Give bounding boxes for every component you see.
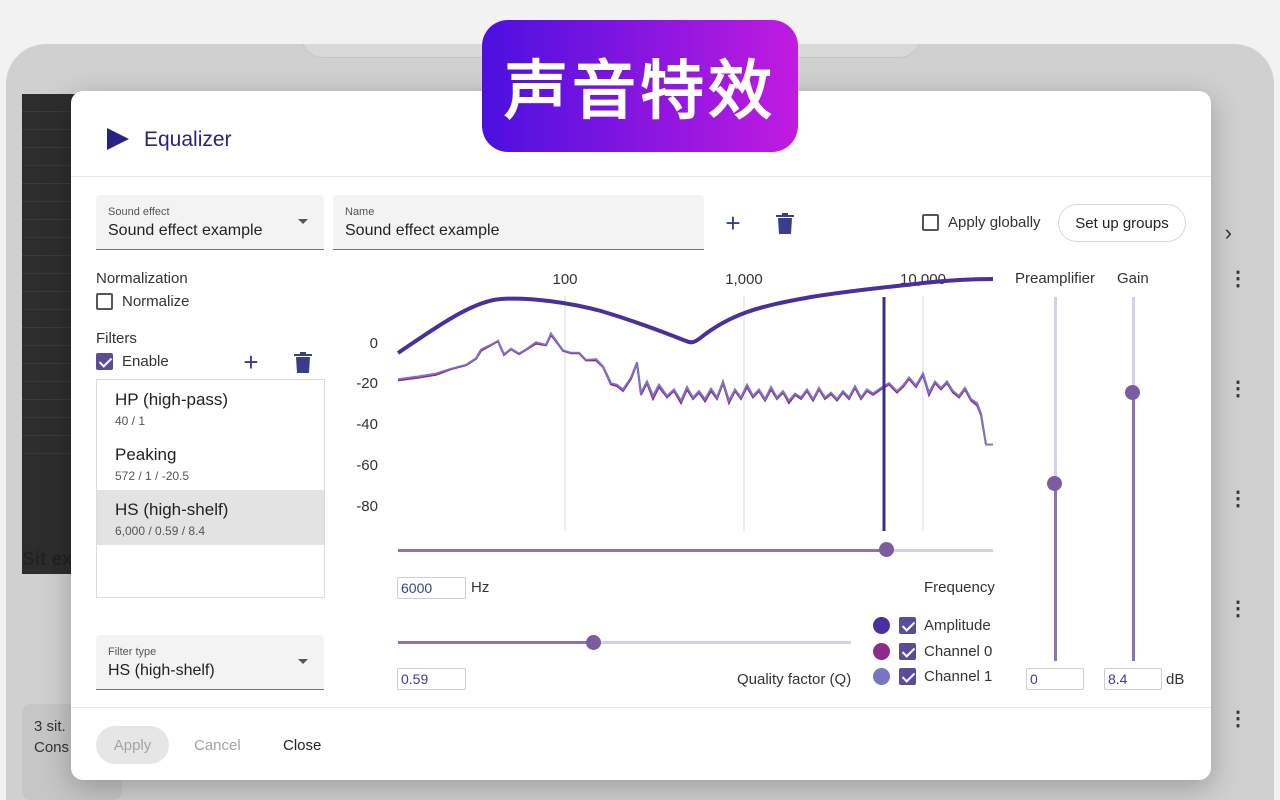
amplitude-legend-dot bbox=[873, 617, 890, 634]
close-button[interactable]: Close bbox=[283, 737, 321, 754]
delete-filter-button[interactable] bbox=[289, 348, 317, 376]
apply-button[interactable]: Apply bbox=[96, 726, 169, 764]
more-vert-icon: ⋮ bbox=[1228, 488, 1248, 510]
quality-input[interactable] bbox=[397, 668, 466, 690]
filter-item-hp[interactable]: HP (high-pass) 40 / 1 bbox=[97, 380, 324, 435]
filter-list: HP (high-pass) 40 / 1 Peaking 572 / 1 / … bbox=[96, 379, 325, 598]
series-amplitude-line bbox=[396, 277, 994, 355]
x-tick-label: 100 bbox=[552, 271, 577, 288]
channel-1-label: Channel 1 bbox=[924, 668, 993, 685]
preamplifier-slider-thumb[interactable] bbox=[1047, 475, 1062, 491]
amplitude-label: Amplitude bbox=[924, 617, 991, 634]
frequency-label: Frequency bbox=[924, 579, 995, 596]
set-up-groups-button[interactable]: Set up groups bbox=[1058, 204, 1186, 242]
more-vert-icon: ⋮ bbox=[1228, 378, 1248, 400]
normalization-heading: Normalization bbox=[96, 270, 188, 287]
series-channel-0-line bbox=[397, 333, 993, 446]
y-tick-label: 0 bbox=[370, 335, 378, 352]
frequency-slider-fill bbox=[398, 549, 886, 552]
gain-input[interactable] bbox=[1104, 668, 1162, 690]
quality-slider-thumb[interactable] bbox=[585, 635, 601, 650]
chevron-down-icon bbox=[298, 659, 308, 664]
apply-globally-label: Apply globally bbox=[948, 214, 1041, 231]
plus-icon: + bbox=[243, 347, 259, 377]
gain-label: Gain bbox=[1117, 270, 1149, 287]
promo-badge: 声音特效 bbox=[482, 20, 798, 152]
gain-unit: dB bbox=[1166, 671, 1185, 688]
sound-effect-value: Sound effect example bbox=[108, 222, 263, 239]
channel-0-label: Channel 0 bbox=[924, 643, 993, 660]
filter-params: 572 / 1 / -20.5 bbox=[115, 469, 190, 483]
frequency-input[interactable] bbox=[397, 577, 466, 599]
filter-type-select[interactable]: Filter type HS (high-shelf) bbox=[96, 635, 324, 690]
frequency-slider-thumb[interactable] bbox=[878, 542, 894, 557]
y-tick-label: -40 bbox=[356, 416, 378, 433]
quality-label: Quality factor (Q) bbox=[737, 671, 852, 688]
quality-slider-fill bbox=[398, 641, 593, 644]
play-icon bbox=[107, 128, 129, 150]
add-filter-button[interactable]: + bbox=[237, 348, 265, 376]
filter-name: HS (high-shelf) bbox=[115, 500, 229, 519]
x-tick-label: 1,000 bbox=[725, 271, 763, 288]
dialog-title: Equalizer bbox=[144, 128, 232, 151]
enable-filters-checkbox[interactable] bbox=[96, 353, 113, 370]
trash-icon bbox=[776, 212, 794, 234]
gain-slider-fill bbox=[1132, 391, 1135, 661]
equalizer-dialog: Equalizer Sound effect Sound effect exam… bbox=[71, 91, 1211, 780]
cancel-button[interactable]: Cancel bbox=[194, 737, 241, 754]
name-field[interactable]: Name Sound effect example bbox=[333, 195, 704, 250]
filter-name: Peaking bbox=[115, 445, 177, 464]
more-vert-icon: ⋮ bbox=[1228, 268, 1248, 290]
filter-params: 40 / 1 bbox=[115, 414, 146, 428]
gain-slider-thumb[interactable] bbox=[1125, 384, 1140, 400]
normalize-label: Normalize bbox=[122, 293, 190, 310]
chevron-right-icon: › bbox=[1224, 220, 1232, 245]
sound-effect-label: Sound effect bbox=[108, 206, 170, 218]
filter-item-hs[interactable]: HS (high-shelf) 6,000 / 0.59 / 8.4 bbox=[97, 490, 324, 545]
filters-heading: Filters bbox=[96, 330, 137, 347]
y-tick-label: -20 bbox=[356, 375, 378, 392]
channel-1-legend-dot bbox=[873, 668, 890, 685]
y-tick-labels: 0 -20 -40 -60 -80 bbox=[356, 335, 378, 515]
series-channel-1-line bbox=[397, 331, 993, 446]
channel-1-checkbox[interactable] bbox=[899, 668, 916, 685]
sound-effect-select[interactable]: Sound effect Sound effect example bbox=[96, 195, 324, 250]
enable-filters-label: Enable bbox=[122, 353, 169, 370]
more-vert-icon: ⋮ bbox=[1228, 598, 1248, 620]
frequency-response-chart: 100 1,000 10,000 0 -20 -40 -60 -80 bbox=[356, 271, 994, 531]
filter-name: HP (high-pass) bbox=[115, 390, 229, 409]
filter-item-peaking[interactable]: Peaking 572 / 1 / -20.5 bbox=[97, 435, 324, 490]
filter-params: 6,000 / 0.59 / 8.4 bbox=[115, 524, 206, 538]
channel-0-checkbox[interactable] bbox=[899, 643, 916, 660]
more-vert-icon: ⋮ bbox=[1228, 708, 1248, 730]
channel-0-legend-dot bbox=[873, 643, 890, 660]
preamplifier-slider-fill bbox=[1054, 482, 1057, 661]
filter-type-value: HS (high-shelf) bbox=[108, 662, 215, 679]
add-effect-button[interactable]: + bbox=[719, 209, 747, 237]
apply-globally-checkbox[interactable] bbox=[922, 214, 939, 231]
name-label: Name bbox=[345, 206, 375, 218]
trash-icon bbox=[294, 351, 312, 373]
frequency-unit: Hz bbox=[471, 579, 490, 596]
chevron-down-icon bbox=[298, 219, 308, 224]
y-tick-label: -60 bbox=[356, 457, 378, 474]
preamplifier-label: Preamplifier bbox=[1015, 270, 1096, 287]
filter-type-label: Filter type bbox=[108, 646, 157, 658]
x-grid bbox=[564, 296, 924, 531]
normalize-checkbox[interactable] bbox=[96, 293, 113, 310]
amplitude-checkbox[interactable] bbox=[899, 617, 916, 634]
preamplifier-input[interactable] bbox=[1026, 668, 1084, 690]
dialog-footer: Apply Cancel Close bbox=[71, 707, 1211, 780]
name-value: Sound effect example bbox=[345, 222, 500, 239]
delete-effect-button[interactable] bbox=[771, 209, 799, 237]
plus-icon: + bbox=[725, 208, 741, 238]
background-heading: Sit ex bbox=[22, 549, 73, 570]
y-tick-label: -80 bbox=[356, 498, 378, 515]
